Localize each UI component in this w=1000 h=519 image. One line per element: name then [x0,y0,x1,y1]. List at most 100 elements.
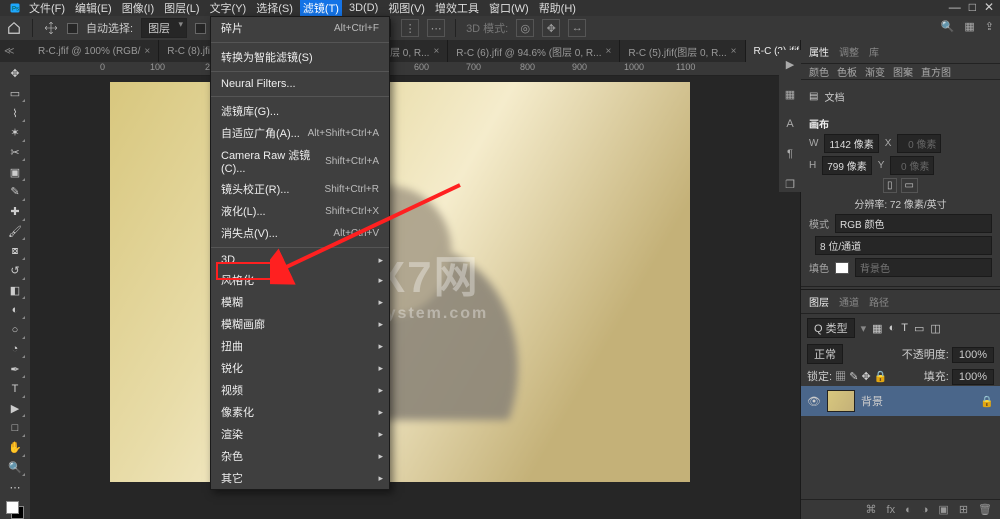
filter-sub-render[interactable]: 渲染 [211,423,389,445]
menu-filter[interactable]: 滤镜(T) [300,0,342,16]
fill-field[interactable]: 100% [952,369,994,385]
layer-fx-icon[interactable]: fx [887,504,896,516]
new-group-icon[interactable]: ▣ [938,503,948,516]
tab-libraries[interactable]: 库 [869,44,879,59]
auto-select-checkbox[interactable] [67,23,78,34]
type-tool-icon[interactable]: T [4,379,26,399]
document-tab[interactable]: R-C.jfif @ 100% (RGB/× [30,40,159,62]
lasso-tool-icon[interactable]: ⌇ [4,103,26,123]
filter-sub-3d[interactable]: 3D [211,251,389,269]
menu-file[interactable]: 文件(F) [26,0,68,16]
tab-gradients[interactable]: 渐变 [865,64,885,79]
frame-tool-icon[interactable]: ▣ [4,162,26,182]
color-panel-icon[interactable]: ▦ [782,86,798,102]
character-panel-icon[interactable]: A [782,116,798,132]
pen-tool-icon[interactable]: ✒ [4,359,26,379]
eraser-tool-icon[interactable]: ◧ [4,281,26,301]
layer-filter-kind-dropdown[interactable]: Q 类型 [807,318,855,338]
lock-trans-icon[interactable]: ▦ [835,371,846,383]
tab-color[interactable]: 颜色 [809,64,829,79]
dodge-tool-icon[interactable]: ◔ [4,340,26,360]
filter-shape-icon[interactable]: ▭ [914,322,924,335]
filter-pixel-icon[interactable]: ▦ [872,322,882,335]
filter-smart-icon[interactable]: ◫ [930,322,940,335]
new-layer-icon[interactable]: ⊞ [959,503,968,516]
lock-pos-icon[interactable]: ✥ [861,371,870,383]
filter-sub-noise[interactable]: 杂色 [211,445,389,467]
filter-adaptive[interactable]: 自适应广角(A)...Alt+Shift+Ctrl+A [211,122,389,144]
more-options-icon[interactable]: ⋯ [427,19,445,37]
opacity-field[interactable]: 100% [952,347,994,363]
tab-channels[interactable]: 通道 [839,294,859,309]
layer-visibility-icon[interactable]: 👁 [807,394,821,408]
filter-liquify[interactable]: 液化(L)...Shift+Ctrl+X [211,200,389,222]
filter-sub-stylize[interactable]: 风格化 [211,269,389,291]
stamp-tool-icon[interactable]: ⧇ [4,241,26,261]
color-mode-dropdown[interactable]: RGB 颜色 [835,214,992,233]
filter-sub-other[interactable]: 其它 [211,467,389,489]
menu-help[interactable]: 帮助(H) [536,0,579,16]
filter-sub-pixelate[interactable]: 像素化 [211,401,389,423]
share-icon[interactable]: ⇪ [985,20,994,33]
filter-adjust-icon[interactable]: ◐ [889,322,896,334]
filter-sub-blur[interactable]: 模糊 [211,291,389,313]
menu-select[interactable]: 选择(S) [253,0,296,16]
orientation-landscape-icon[interactable]: ▭ [901,178,918,193]
shape-tool-icon[interactable]: □ [4,418,26,438]
filter-lens[interactable]: 镜头校正(R)...Shift+Ctrl+R [211,178,389,200]
filter-type-icon[interactable]: T [901,322,908,334]
blur-tool-icon[interactable]: ○ [4,320,26,340]
paragraph-panel-icon[interactable]: ¶ [782,146,798,162]
layer-thumbnail[interactable] [827,390,855,412]
link-layers-icon[interactable]: ⌘ [866,503,877,516]
blend-mode-dropdown[interactable]: 正常 [807,344,843,364]
crop-tool-icon[interactable]: ✂ [4,143,26,163]
color-swatch[interactable] [6,501,24,519]
tab-properties[interactable]: 属性 [809,44,829,59]
canvas-height-field[interactable]: 799 像素 [822,156,871,175]
layer-name[interactable]: 背景 [861,393,883,409]
filter-neural[interactable]: Neural Filters... [211,75,389,93]
filter-sub-sharpen[interactable]: 锐化 [211,357,389,379]
tabs-scroll-left[interactable]: ≪ [4,46,14,57]
tab-close-icon[interactable]: × [433,46,439,57]
libraries-panel-icon[interactable]: ❐ [782,176,798,192]
menu-window[interactable]: 窗口(W) [486,0,532,16]
tab-close-icon[interactable]: × [144,46,150,57]
filter-gallery[interactable]: 滤镜库(G)... [211,100,389,122]
document-canvas[interactable]: X7网 system.com [110,82,690,482]
quick-select-tool-icon[interactable]: ✶ [4,123,26,143]
document-tab[interactable]: R-C (6).jfif @ 94.6% (图层 0, R...× [448,40,620,62]
move-tool-icon[interactable]: ✥ [4,64,26,84]
document-tab[interactable]: R-C (5).jfif(图层 0, R...× [620,40,745,62]
auto-select-target-dropdown[interactable]: 图层 [141,18,187,38]
path-select-tool-icon[interactable]: ▶ [4,399,26,419]
3d-pan-icon[interactable]: ✥ [542,19,560,37]
filter-vanishing[interactable]: 消失点(V)...Alt+Ctrl+V [211,222,389,244]
tab-close-icon[interactable]: × [605,46,611,57]
lock-pixel-icon[interactable]: ✎ [849,371,858,383]
delete-layer-icon[interactable]: 🗑 [978,503,992,516]
tab-close-icon[interactable]: × [731,46,737,57]
workspace-icon[interactable]: ▦ [964,20,974,33]
layer-row[interactable]: 👁 背景 🔒 [801,386,1000,416]
filter-convert-smart[interactable]: 转换为智能滤镜(S) [211,46,389,68]
history-panel-icon[interactable]: ▶ [782,56,798,72]
filter-camera-raw[interactable]: Camera Raw 滤镜(C)...Shift+Ctrl+A [211,144,389,178]
filter-sub-distort[interactable]: 扭曲 [211,335,389,357]
close-icon[interactable]: ✕ [984,0,994,14]
menu-view[interactable]: 视图(V) [385,0,428,16]
hand-tool-icon[interactable]: ✋ [4,438,26,458]
healing-tool-icon[interactable]: ✚ [4,202,26,222]
show-transform-checkbox[interactable] [195,23,206,34]
eyedropper-tool-icon[interactable]: ✎ [4,182,26,202]
lock-all-icon[interactable]: 🔒 [874,371,888,383]
tab-adjustments[interactable]: 调整 [839,44,859,59]
3d-orbit-icon[interactable]: ◎ [516,19,534,37]
menu-type[interactable]: 文字(Y) [207,0,250,16]
orientation-portrait-icon[interactable]: ▯ [883,178,897,193]
brush-tool-icon[interactable]: 🖌 [4,222,26,242]
filter-sub-blurgallery[interactable]: 模糊画廊 [211,313,389,335]
menu-3d[interactable]: 3D(D) [346,2,381,14]
tab-layers[interactable]: 图层 [809,294,829,309]
